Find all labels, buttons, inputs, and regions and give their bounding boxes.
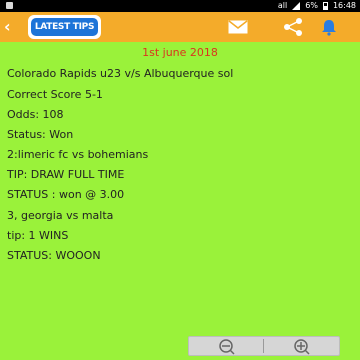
- status-right: all 6% 16:48: [278, 0, 356, 12]
- tips-line: TIP: DRAW FULL TIME: [7, 168, 125, 181]
- tips-line: Colorado Rapids u23 v/s Albuquerque sol: [7, 67, 234, 80]
- app-toolbar: ‹ LATEST TIPS: [0, 12, 360, 42]
- signal-icon: [292, 2, 301, 10]
- tips-line: 3, georgia vs malta: [7, 209, 114, 222]
- share-icon[interactable]: [282, 17, 304, 37]
- signal-text: all: [277, 1, 288, 10]
- tips-line: Correct Score 5-1: [7, 88, 103, 101]
- zoom-controls: [188, 336, 340, 356]
- notification-icon: [6, 2, 13, 9]
- tips-line: 2:limeric fc vs bohemians: [7, 148, 149, 161]
- mail-icon[interactable]: [227, 17, 249, 37]
- tips-line: tip: 1 WINS: [7, 229, 69, 242]
- tips-line: STATUS: WOOON: [7, 249, 101, 262]
- bell-icon[interactable]: [318, 17, 340, 37]
- battery-text: 6%: [305, 1, 318, 10]
- zoom-out-icon[interactable]: [189, 337, 263, 355]
- status-bar: all 6% 16:48: [0, 0, 360, 12]
- tips-line: Odds: 108: [7, 108, 64, 121]
- tips-line: Status: Won: [7, 128, 74, 141]
- app-logo: LATEST TIPS: [28, 15, 101, 39]
- zoom-in-icon[interactable]: [264, 337, 338, 355]
- battery-icon: [322, 2, 328, 10]
- clock: 16:48: [332, 1, 356, 10]
- tips-date: 1st june 2018: [142, 46, 218, 59]
- back-arrow-icon[interactable]: ‹: [4, 18, 20, 36]
- app-logo-text: LATEST TIPS: [31, 18, 98, 36]
- tips-line: STATUS : won @ 3.00: [7, 188, 125, 201]
